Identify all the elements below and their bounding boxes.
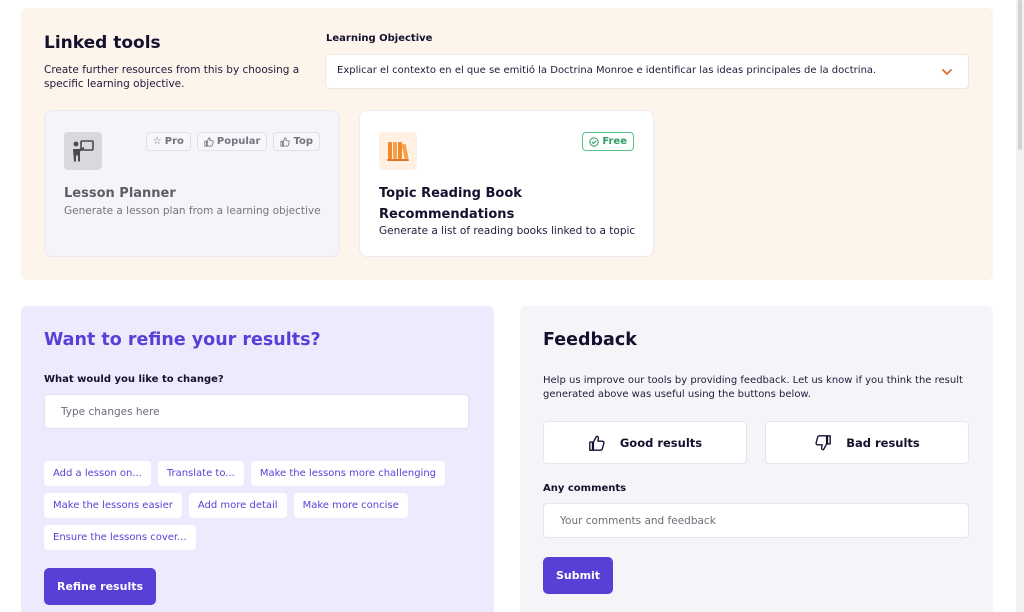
learning-objective-label: Learning Objective (326, 33, 433, 44)
tool-card-title: Lesson Planner (64, 186, 176, 201)
refine-panel: Want to refine your results? What would … (21, 306, 494, 612)
linked-tools-panel: Linked tools Create further resources fr… (21, 8, 993, 280)
badge-label: Pro (164, 136, 184, 147)
scrollbar-thumb[interactable] (1018, 0, 1022, 150)
page-scrollbar[interactable] (1016, 0, 1024, 612)
linked-tools-description: Create further resources from this by ch… (44, 64, 300, 90)
chip-more-challenging[interactable]: Make the lessons more challenging (250, 461, 446, 486)
refine-results-button[interactable]: Refine results (44, 568, 156, 605)
chip-ensure-cover[interactable]: Ensure the lessons cover... (44, 525, 196, 550)
badge-label: Popular (216, 136, 261, 147)
free-badge: Free (582, 132, 634, 151)
chip-easier[interactable]: Make the lessons easier (44, 493, 182, 518)
comments-input[interactable] (543, 503, 969, 538)
teacher-board-icon (64, 132, 102, 170)
badge-list: ☆ Pro Popular Top (145, 132, 320, 151)
learning-objective-value: Explicar el contexto en el que se emitió… (337, 65, 877, 76)
bad-results-label: Bad results (846, 435, 920, 450)
thumbs-up-icon (204, 136, 214, 147)
learning-objective-select[interactable]: Explicar el contexto en el que se emitió… (325, 54, 969, 89)
comments-label: Any comments (543, 483, 627, 494)
tool-card-title: Topic Reading Book Recommendations (379, 186, 522, 222)
badge-label: Free (602, 136, 627, 147)
linked-tools-title: Linked tools (44, 33, 161, 53)
books-icon (379, 132, 417, 170)
feedback-description: Help us improve our tools by providing f… (543, 375, 963, 400)
thumbs-down-icon (815, 434, 832, 450)
chip-more-detail[interactable]: Add more detail (188, 493, 287, 518)
feedback-title: Feedback (543, 330, 637, 350)
tool-card-description: Generate a lesson plan from a learning o… (64, 205, 321, 217)
tool-card-description: Generate a list of reading books linked … (379, 225, 636, 237)
refine-title: Want to refine your results? (44, 330, 321, 350)
thumbs-up-icon (280, 136, 291, 147)
tool-card-lesson-planner[interactable]: ☆ Pro Popular Top Lesson Planner Generat… (44, 110, 340, 257)
check-circle-icon (589, 136, 599, 147)
good-results-label: Good results (619, 435, 703, 450)
badge-label: Top (293, 136, 313, 147)
page: Linked tools Create further resources fr… (0, 0, 1024, 612)
feedback-panel: Feedback Help us improve our tools by pr… (520, 306, 993, 612)
refine-changes-input[interactable] (44, 394, 469, 429)
chip-add-lesson[interactable]: Add a lesson on... (44, 461, 151, 486)
refine-question-label: What would you like to change? (44, 374, 224, 385)
chip-translate[interactable]: Translate to... (157, 461, 244, 486)
badge-list: Free (582, 132, 634, 151)
star-icon: ☆ (152, 136, 162, 147)
bad-results-button[interactable]: Bad results (765, 421, 969, 464)
good-results-button[interactable]: Good results (543, 421, 747, 464)
suggestion-chips: Add a lesson on... Translate to... Make … (44, 461, 474, 550)
submit-button[interactable]: Submit (543, 557, 613, 594)
tool-card-reading-books[interactable]: Free Topic Reading Book Recommendations … (359, 110, 654, 257)
popular-badge: Popular (196, 132, 268, 151)
pro-badge: ☆ Pro (145, 132, 191, 151)
thumbs-up-icon (588, 435, 605, 451)
chevron-down-icon (942, 69, 952, 75)
top-badge: Top (273, 132, 320, 151)
chip-more-concise[interactable]: Make more concise (293, 493, 408, 518)
